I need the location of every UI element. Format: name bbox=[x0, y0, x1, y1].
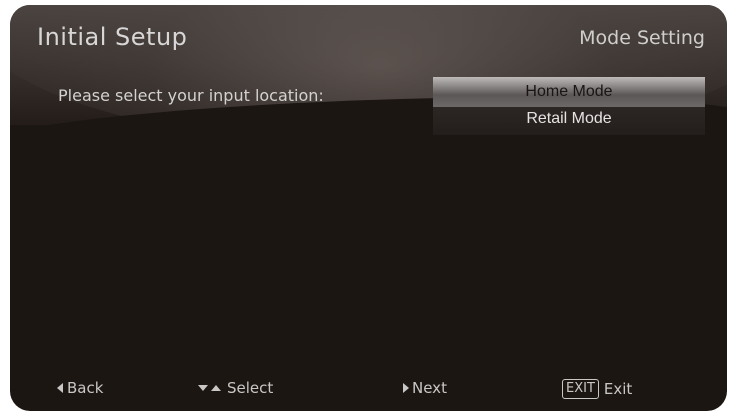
select-label: Select bbox=[227, 379, 274, 397]
footer-hints: Back Select Next EXIT Exit bbox=[10, 371, 727, 411]
triangle-right-icon bbox=[403, 383, 409, 393]
next-hint[interactable]: Next bbox=[403, 379, 447, 397]
option-retail-mode[interactable]: Retail Mode bbox=[433, 107, 705, 135]
triangle-down-icon bbox=[198, 385, 208, 391]
section-title: Mode Setting bbox=[579, 27, 705, 49]
triangle-left-icon bbox=[57, 383, 63, 393]
back-hint[interactable]: Back bbox=[57, 379, 103, 397]
setup-screen: Initial Setup Mode Setting Please select… bbox=[10, 5, 727, 411]
page-title: Initial Setup bbox=[37, 23, 188, 51]
exit-hint[interactable]: EXIT Exit bbox=[562, 379, 632, 399]
select-hint[interactable]: Select bbox=[198, 379, 273, 397]
exit-label: Exit bbox=[603, 380, 633, 398]
location-prompt: Please select your input location: bbox=[58, 86, 324, 105]
triangle-up-icon bbox=[211, 385, 221, 391]
back-label: Back bbox=[67, 379, 104, 397]
mode-options-list: Home Mode Retail Mode bbox=[433, 77, 705, 135]
option-home-mode[interactable]: Home Mode bbox=[433, 77, 705, 107]
exit-key-badge: EXIT bbox=[562, 379, 599, 399]
next-label: Next bbox=[412, 379, 447, 397]
